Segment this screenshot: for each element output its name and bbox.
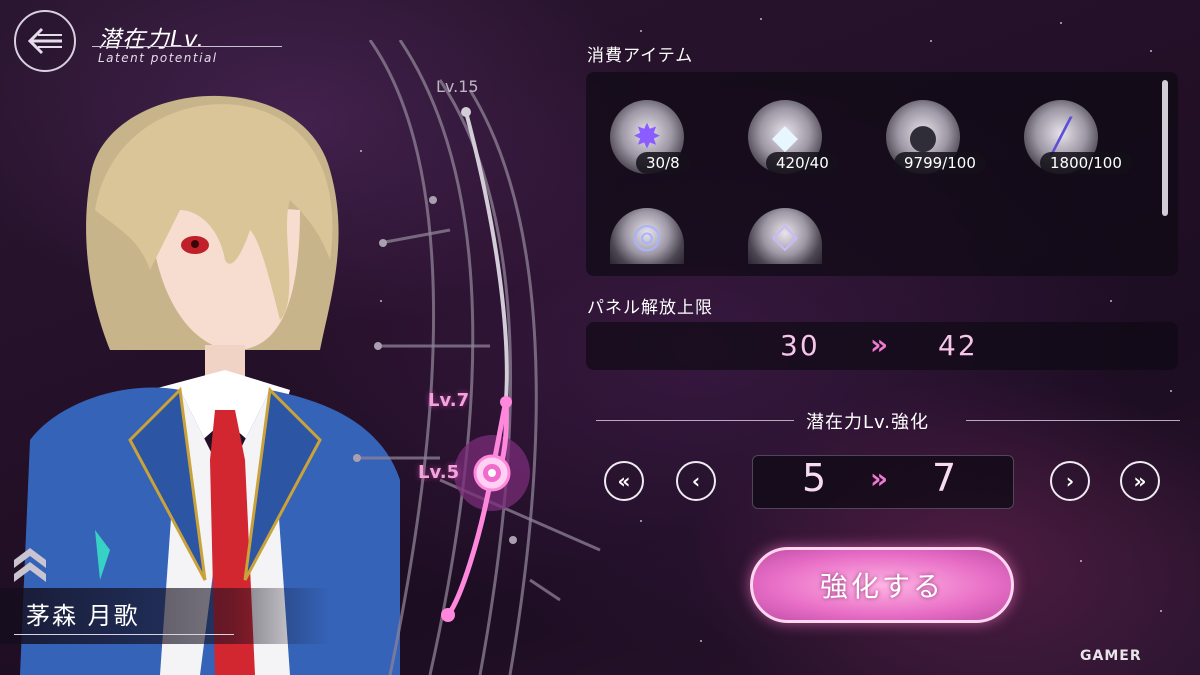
item-slot[interactable]: ◎ [610,208,684,264]
level-max-button[interactable]: » [1120,461,1160,501]
consumables-panel: ✸ 30/8 ◆ 420/40 ● 9799/100 ╱ 1800/100 ◎ … [586,72,1178,276]
title-divider [92,46,282,47]
chevron-left-icon: ‹ [691,469,701,493]
level-from: 5 [802,456,827,500]
gauge-label-current: Lv.5 [418,462,460,483]
double-chevron-right-icon: » [1133,469,1147,493]
panel-limit-to: 42 [938,329,978,362]
level-increase-button[interactable]: › [1050,461,1090,501]
watermark: GAMER [1080,648,1142,664]
level-gauge [353,40,601,675]
chevron-right-icon: › [1065,469,1075,493]
panel-limit-arrow: » [870,328,889,361]
item-count: 9799/100 [894,152,986,174]
enhance-button[interactable]: 強化する [750,547,1014,623]
character-name: 茅森 月歌 [26,602,140,630]
gauge-label-target: Lv.7 [428,390,470,411]
panel-limit-title: パネル解放上限 [587,298,713,318]
level-decrease-button[interactable]: ‹ [676,461,716,501]
enhance-title: 潜在力Lv.強化 [806,412,930,433]
consumables-scrollbar[interactable] [1162,80,1168,216]
enhance-divider-right [966,420,1180,421]
light-rod-icon: ╱ [1050,117,1072,157]
enhance-divider-left [596,420,794,421]
ring-core-icon: ◎ [632,216,662,256]
back-arrow-icon [27,27,62,55]
page-title: 潜在力Lv. [98,27,205,53]
consumables-title: 消費アイテム [587,46,694,66]
level-arrow: » [870,462,889,495]
item-count: 420/40 [766,152,839,174]
item-count: 1800/100 [1040,152,1132,174]
enhance-button-label: 強化する [819,570,944,603]
item-slot[interactable]: ◇ [748,208,822,264]
purple-crystal-icon: ✸ [632,117,662,157]
crystal-vial-icon: ◇ [771,216,799,256]
level-to: 7 [932,456,957,500]
panel-limit-from: 30 [780,329,820,362]
prism-shard-icon: ◆ [771,117,799,157]
level-min-button[interactable]: « [604,461,644,501]
gauge-label-max: Lv.15 [436,77,479,96]
ore-chunk-icon: ● [908,117,938,157]
item-count: 30/8 [636,152,690,174]
name-underline [14,634,234,635]
double-chevron-left-icon: « [617,469,631,493]
rank-chevron-icon [14,548,46,582]
